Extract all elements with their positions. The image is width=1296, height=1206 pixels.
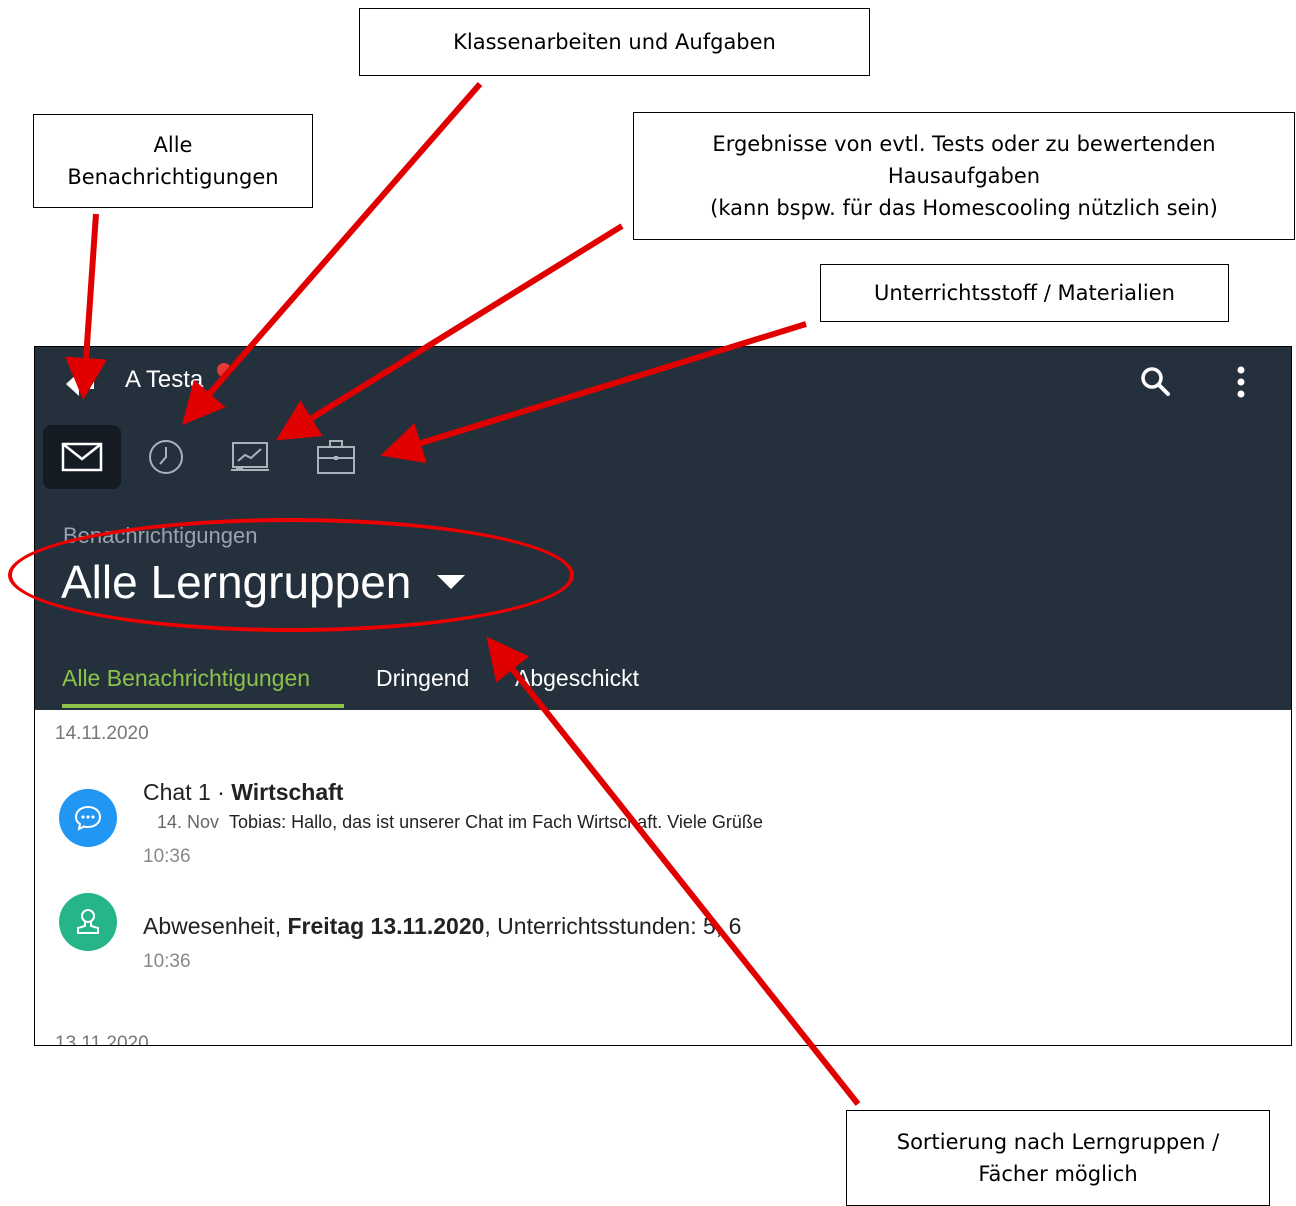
unread-badge: [217, 363, 231, 377]
notification-preview: 14. Nov Tobias: Hallo, das ist unserer Ch…: [157, 812, 763, 833]
callout-ergebnisse-line3: (kann bspw. für das Homescooling nützlic…: [710, 196, 1218, 220]
date-header: 14.11.2020: [55, 723, 149, 744]
learning-group-value: Alle Lerngruppen: [61, 556, 412, 608]
absence-avatar: [59, 893, 117, 951]
notification-title: Chat 1 · Wirtschaft: [143, 779, 343, 806]
title-date: Freitag 13.11.2020: [287, 913, 485, 939]
callout-unterricht-text: Unterrichtsstoff / Materialien: [874, 281, 1175, 305]
app-header: A Testa Benachrichtigungen Alle Lerngrup…: [35, 347, 1291, 710]
clock-icon: [149, 440, 183, 474]
date-header: 13.11.2020: [55, 1033, 149, 1046]
notification-time: 10:36: [143, 951, 191, 972]
app-window: A Testa Benachrichtigungen Alle Lerngrup…: [34, 346, 1292, 1046]
callout-alle-line2: Benachrichtigungen: [67, 165, 279, 189]
notification-title: Abwesenheit, Freitag 13.11.2020, Unterri…: [143, 913, 741, 940]
callout-unterricht: Unterrichtsstoff / Materialien: [820, 264, 1229, 322]
callout-ergebnisse: Ergebnisse von evtl. Tests oder zu bewer…: [633, 112, 1295, 240]
tab-urgent[interactable]: Dringend: [376, 665, 469, 692]
callout-alle-benachrichtigungen: Alle Benachrichtigungen: [33, 114, 313, 208]
title-subject: Wirtschaft: [231, 779, 344, 805]
chart-board-icon: [231, 442, 269, 471]
user-icon: [77, 909, 99, 934]
learning-group-selector[interactable]: Alle Lerngruppen: [61, 555, 466, 609]
more-vertical-icon[interactable]: [1233, 365, 1249, 399]
tab-all-notifications[interactable]: Alle Benachrichtigungen: [62, 665, 310, 692]
nav-ergebnisse[interactable]: [211, 425, 289, 489]
section-label: Benachrichtigungen: [63, 523, 258, 548]
chat-icon: [74, 805, 102, 831]
callout-klassenarbeiten-text: Klassenarbeiten und Aufgaben: [453, 30, 776, 54]
tab-sent[interactable]: Abgeschickt: [515, 665, 639, 692]
callout-sortierung-line1: Sortierung nach Lerngruppen /: [896, 1130, 1220, 1154]
nav-klassenarbeiten[interactable]: [127, 425, 205, 489]
account-name[interactable]: A Testa: [125, 366, 203, 394]
chat-avatar: [59, 789, 117, 847]
callout-ergebnisse-line2: Hausaufgaben: [887, 164, 1041, 188]
active-tab-indicator: [62, 704, 344, 708]
nav-all-notifications[interactable]: [43, 425, 121, 489]
title-prefix: Abwesenheit,: [143, 913, 288, 939]
briefcase-icon: [317, 440, 355, 474]
preview-date: 14. Nov: [157, 812, 220, 832]
back-icon[interactable]: [63, 369, 97, 399]
title-suffix: , Unterrichtsstunden: 5, 6: [484, 913, 742, 939]
mail-icon: [61, 442, 103, 472]
callout-sortierung-line2: Fächer möglich: [978, 1162, 1138, 1186]
notification-time: 10:36: [143, 846, 191, 867]
callout-klassenarbeiten: Klassenarbeiten und Aufgaben: [359, 8, 870, 76]
nav-unterrichtsstoff[interactable]: [297, 425, 375, 489]
callout-alle-line1: Alle: [153, 133, 193, 157]
chevron-down-icon: [437, 575, 466, 589]
search-icon[interactable]: [1139, 365, 1171, 397]
title-prefix: Chat 1 ·: [143, 779, 232, 805]
callout-sortierung: Sortierung nach Lerngruppen / Fächer mög…: [846, 1110, 1270, 1206]
callout-ergebnisse-line1: Ergebnisse von evtl. Tests oder zu bewer…: [712, 132, 1216, 156]
preview-text: Tobias: Hallo, das ist unserer Chat im F…: [229, 812, 763, 832]
